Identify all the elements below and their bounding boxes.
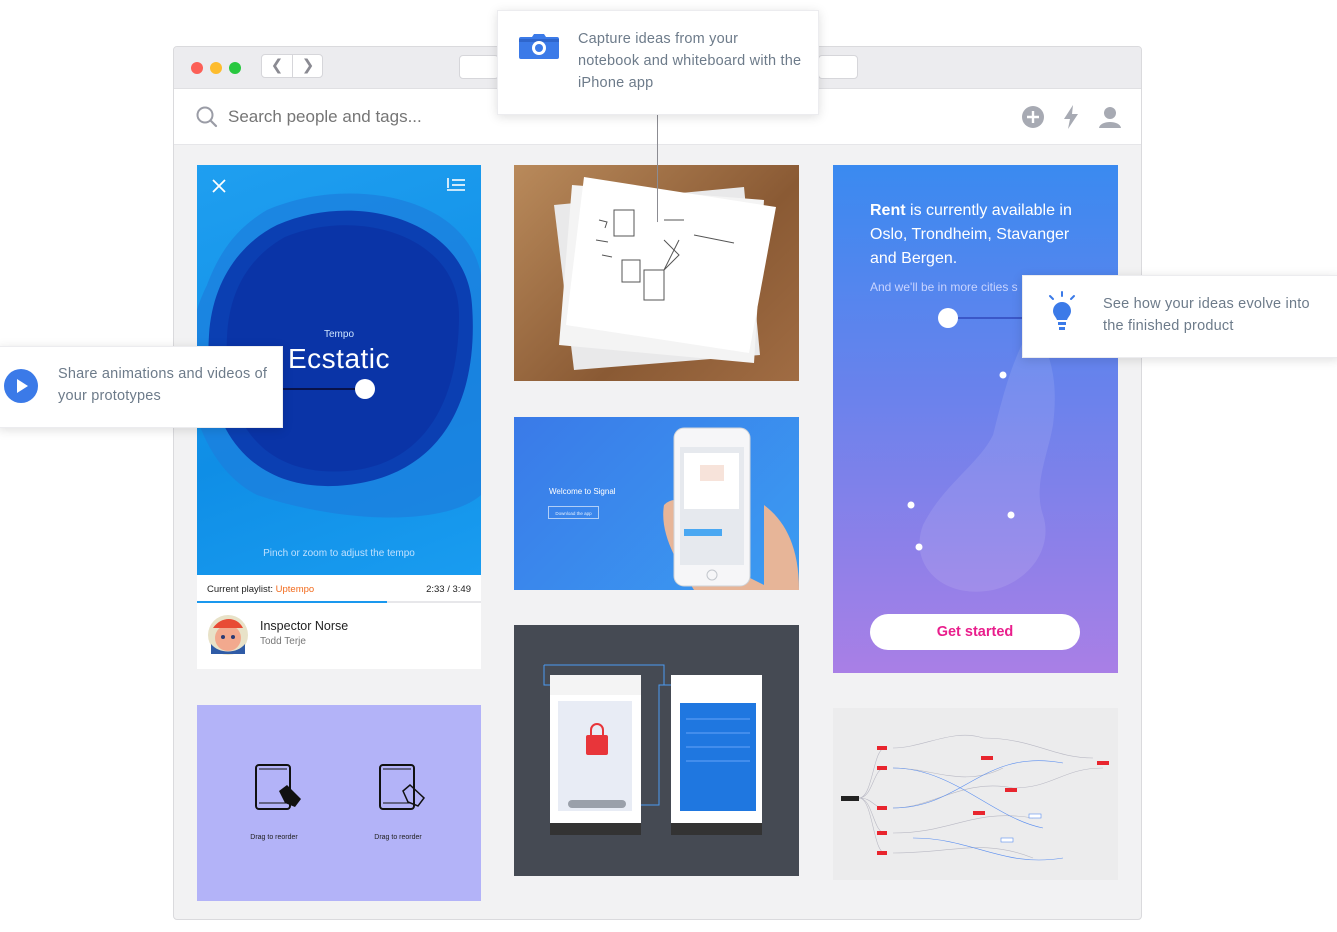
playlist-icon[interactable]	[446, 176, 466, 192]
play-icon	[4, 369, 38, 403]
signal-download-button[interactable]: Download the app	[548, 506, 599, 519]
norway-map-image	[907, 325, 1055, 592]
album-art	[208, 615, 248, 655]
playlist-prefix: Current playlist:	[207, 584, 276, 595]
callout-connector-share	[283, 388, 357, 390]
callout-pin-evolve	[938, 308, 958, 328]
mind-map-image	[841, 734, 1109, 861]
track-title: Inspector Norse	[260, 619, 349, 633]
callout-connector-evolve	[957, 317, 1023, 319]
close-icon[interactable]	[211, 178, 227, 194]
lightning-icon[interactable]	[1062, 104, 1080, 130]
tablet-drag-icon	[255, 764, 301, 810]
mind-map-card[interactable]	[833, 708, 1118, 880]
playlist-row: Current playlist: Uptempo 2:33 / 3:49	[197, 575, 481, 603]
callout-pin-share	[355, 379, 375, 399]
playlist-name: Uptempo	[275, 584, 315, 595]
minimize-window-button[interactable]	[210, 62, 222, 74]
address-bar[interactable]	[459, 55, 499, 79]
rent-brand: Rent	[870, 202, 906, 219]
callout-share-text: Share animations and videos of your prot…	[58, 366, 268, 404]
search-input[interactable]	[226, 103, 480, 131]
rent-subtext: And we'll be in more cities s	[870, 280, 1018, 294]
search-icon	[196, 106, 218, 128]
signal-title: Welcome to Signal	[549, 487, 616, 496]
callout-connector-capture	[657, 114, 658, 232]
forward-button[interactable]: ❯	[293, 55, 323, 77]
signal-card[interactable]: Welcome to Signal Download the app	[514, 417, 799, 590]
close-window-button[interactable]	[191, 62, 203, 74]
flow-diagram-card[interactable]	[514, 625, 799, 876]
playlist-time: 2:33 / 3:49	[426, 584, 471, 595]
add-icon[interactable]	[1021, 105, 1045, 129]
tempo-hint: Pinch or zoom to adjust the tempo	[263, 548, 415, 559]
track-artist: Todd Terje	[260, 636, 306, 647]
callout-evolve-text: See how your ideas evolve into the finis…	[1103, 296, 1310, 334]
phone-in-hand-image	[663, 427, 799, 590]
rent-availability-text: Rent is currently available in Oslo, Tro…	[870, 199, 1095, 271]
address-bar-end[interactable]	[818, 55, 858, 79]
callout-pin-capture	[648, 222, 666, 240]
zoom-window-button[interactable]	[229, 62, 241, 74]
nav-buttons: ❮ ❯	[261, 54, 323, 78]
lightbulb-icon	[1049, 291, 1075, 330]
tablet-hand-icon	[379, 764, 426, 810]
profile-icon[interactable]	[1098, 105, 1122, 129]
callout-capture: Capture ideas from your notebook and whi…	[497, 10, 819, 115]
track-row[interactable]: Inspector Norse Todd Terje	[197, 603, 481, 669]
playlist-label: Current playlist: Uptempo	[207, 584, 314, 595]
drag-label-left: Drag to reorder	[250, 834, 298, 841]
callout-share: Share animations and videos of your prot…	[0, 346, 283, 428]
get-started-button[interactable]: Get started	[870, 614, 1080, 650]
camera-icon	[519, 34, 559, 59]
drag-reorder-card[interactable]: Drag to reorder Drag to reorder	[197, 705, 481, 901]
tempo-label: Tempo	[323, 329, 354, 340]
callout-evolve: See how your ideas evolve into the finis…	[1022, 275, 1337, 358]
rent-card[interactable]: Rent is currently available in Oslo, Tro…	[833, 165, 1118, 673]
prototype-flow-image	[543, 664, 762, 835]
callout-capture-text: Capture ideas from your notebook and whi…	[578, 31, 802, 91]
drag-label-right: Drag to reorder	[374, 834, 422, 841]
back-button[interactable]: ❮	[262, 55, 293, 77]
